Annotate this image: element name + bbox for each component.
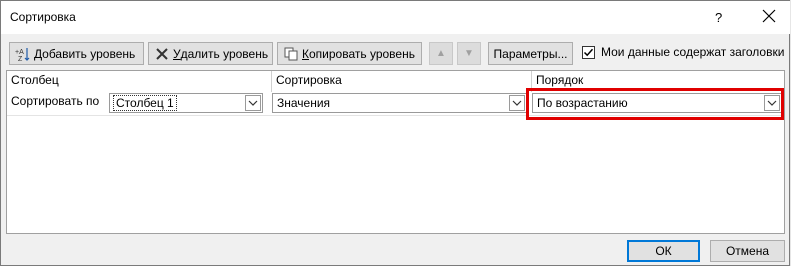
move-down-button[interactable]: ▼ xyxy=(457,42,481,65)
headers-checkbox-label: Мои данные содержат заголовки xyxy=(601,45,785,59)
copy-level-label: опировать уровень xyxy=(309,46,415,61)
svg-text:+A: +A xyxy=(15,49,24,56)
row-label: Сортировать по xyxy=(11,94,100,108)
highlight-box xyxy=(526,88,784,120)
ok-button[interactable]: ОК xyxy=(627,240,700,262)
delete-icon xyxy=(154,46,170,62)
chevron-down-icon[interactable] xyxy=(245,95,261,111)
headers-checkbox[interactable]: Мои данные содержат заголовки xyxy=(582,45,784,59)
chevron-down-icon[interactable] xyxy=(509,95,525,111)
column-header-sort-on: Сортировка xyxy=(276,73,342,87)
column-header-column: Столбец xyxy=(11,73,59,87)
delete-level-label: далить уровень xyxy=(180,46,269,61)
cancel-button[interactable]: Отмена xyxy=(710,240,785,262)
window-title: Сортировка xyxy=(10,10,76,24)
move-down-icon: ▼ xyxy=(464,48,474,59)
column-select-value: Столбец 1 xyxy=(113,95,177,111)
move-up-button[interactable]: ▲ xyxy=(429,42,453,65)
sort-on-select-value: Значения xyxy=(277,96,331,110)
column-select[interactable]: Столбец 1 xyxy=(109,93,263,113)
copy-icon xyxy=(283,46,299,62)
copy-level-hotkey: К xyxy=(302,46,309,61)
options-button[interactable]: Параметры... xyxy=(488,42,573,65)
sort-on-select[interactable]: Значения xyxy=(272,93,527,113)
sort-dialog: Сортировка ? +A Z Добавить уровень Удали… xyxy=(0,0,790,266)
add-level-label: обавить уровень xyxy=(42,46,136,61)
add-level-icon: +A Z xyxy=(15,46,31,62)
copy-level-button[interactable]: Копировать уровень xyxy=(277,42,422,65)
svg-text:Z: Z xyxy=(18,56,23,62)
delete-level-hotkey: У xyxy=(173,46,181,61)
move-up-icon: ▲ xyxy=(436,48,446,59)
title-bar: Сортировка ? xyxy=(1,1,790,34)
add-level-button[interactable]: +A Z Добавить уровень xyxy=(9,42,144,65)
checkbox-box[interactable] xyxy=(582,45,595,59)
add-level-hotkey: Д xyxy=(34,46,43,61)
delete-level-button[interactable]: Удалить уровень xyxy=(148,42,273,65)
help-button[interactable]: ? xyxy=(715,10,722,25)
close-icon[interactable] xyxy=(760,7,778,25)
